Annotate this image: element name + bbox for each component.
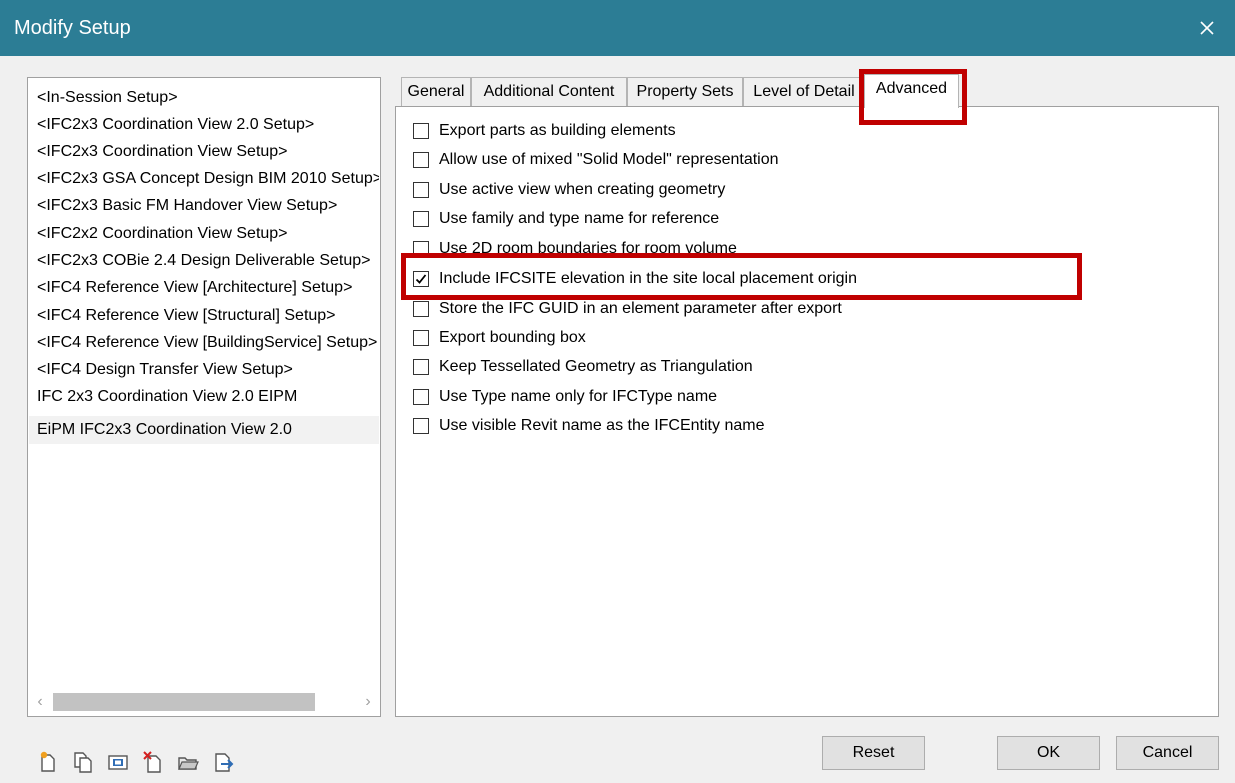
option-active-view[interactable]: Use active view when creating geometry [413,178,725,202]
ok-button[interactable]: OK [997,736,1100,770]
checkbox[interactable] [413,301,429,317]
rename-setup-icon[interactable] [107,750,129,774]
tab-property-sets[interactable]: Property Sets [627,77,743,107]
duplicate-setup-icon[interactable] [72,750,94,774]
list-item[interactable]: <IFC4 Reference View [Architecture] Setu… [29,274,379,302]
list-item[interactable]: <IFC2x3 Coordination View Setup> [29,138,379,166]
new-setup-icon[interactable] [37,750,59,774]
checkbox[interactable] [413,359,429,375]
option-visible-revit-name[interactable]: Use visible Revit name as the IFCEntity … [413,414,764,438]
tab-highlight-box [859,69,967,125]
import-setup-icon[interactable] [177,750,199,774]
cancel-button[interactable]: Cancel [1116,736,1219,770]
option-type-name-only[interactable]: Use Type name only for IFCType name [413,385,717,409]
list-item[interactable]: <IFC2x3 GSA Concept Design BIM 2010 Setu… [29,165,379,193]
checkbox[interactable] [413,389,429,405]
option-label: Use Type name only for IFCType name [439,388,718,405]
option-family-type-name[interactable]: Use family and type name for reference [413,207,719,231]
modify-setup-dialog: Modify Setup <In-Session Setup> <IFC2x3 … [0,0,1235,783]
scroll-right-arrow[interactable]: › [357,689,379,715]
title-bar: Modify Setup [0,0,1235,56]
checkbox[interactable] [413,182,429,198]
checkbox[interactable] [413,123,429,139]
window-title: Modify Setup [14,17,131,39]
close-button[interactable] [1179,0,1235,56]
option-label: Use active view when creating geometry [439,181,726,198]
list-item[interactable]: <IFC4 Reference View [Structural] Setup> [29,302,379,330]
option-mixed-solid-model[interactable]: Allow use of mixed "Solid Model" represe… [413,148,779,172]
close-icon [1200,21,1214,35]
delete-setup-icon[interactable] [142,750,164,774]
option-label: Use family and type name for reference [439,210,720,227]
list-item-selected[interactable]: EiPM IFC2x3 Coordination View 2.0 [29,416,379,444]
reset-button[interactable]: Reset [822,736,925,770]
list-item[interactable]: <IFC2x3 Basic FM Handover View Setup> [29,192,379,220]
option-label: Export parts as building elements [439,122,676,139]
tab-level-of-detail[interactable]: Level of Detail [743,77,865,107]
checkbox[interactable] [413,211,429,227]
option-label: Keep Tessellated Geometry as Triangulati… [439,358,753,375]
option-label: Store the IFC GUID in an element paramet… [439,300,842,317]
scroll-left-arrow[interactable]: ‹ [29,689,51,715]
option-export-bounding-box[interactable]: Export bounding box [413,326,586,350]
list-item[interactable]: <IFC4 Reference View [BuildingService] S… [29,329,379,357]
list-item[interactable]: <IFC2x3 Coordination View 2.0 Setup> [29,111,379,139]
scroll-thumb[interactable] [53,693,315,711]
option-tessellated-triangulation[interactable]: Keep Tessellated Geometry as Triangulati… [413,355,753,379]
checkbox[interactable] [413,330,429,346]
checkbox[interactable] [413,418,429,434]
option-highlight-box [401,253,1082,300]
list-item[interactable]: <IFC4 Design Transfer View Setup> [29,356,379,384]
list-item[interactable]: <IFC2x2 Coordination View Setup> [29,220,379,248]
setup-list[interactable]: <In-Session Setup> <IFC2x3 Coordination … [27,77,381,717]
option-label: Export bounding box [439,329,586,346]
list-item[interactable]: <IFC2x3 COBie 2.4 Design Deliverable Set… [29,247,379,275]
list-item[interactable]: IFC 2x3 Coordination View 2.0 EIPM [29,383,379,411]
tab-additional-content[interactable]: Additional Content [471,77,627,107]
list-item[interactable]: <In-Session Setup> [29,84,379,112]
option-store-ifc-guid[interactable]: Store the IFC GUID in an element paramet… [413,297,842,321]
horizontal-scrollbar[interactable]: ‹ › [29,689,379,715]
tab-general[interactable]: General [401,77,471,107]
option-label: Use visible Revit name as the IFCEntity … [439,417,765,434]
export-setup-icon[interactable] [212,750,234,774]
setup-toolbar [37,750,234,774]
option-export-parts[interactable]: Export parts as building elements [413,119,676,143]
option-label: Allow use of mixed "Solid Model" represe… [439,151,779,168]
checkbox[interactable] [413,152,429,168]
